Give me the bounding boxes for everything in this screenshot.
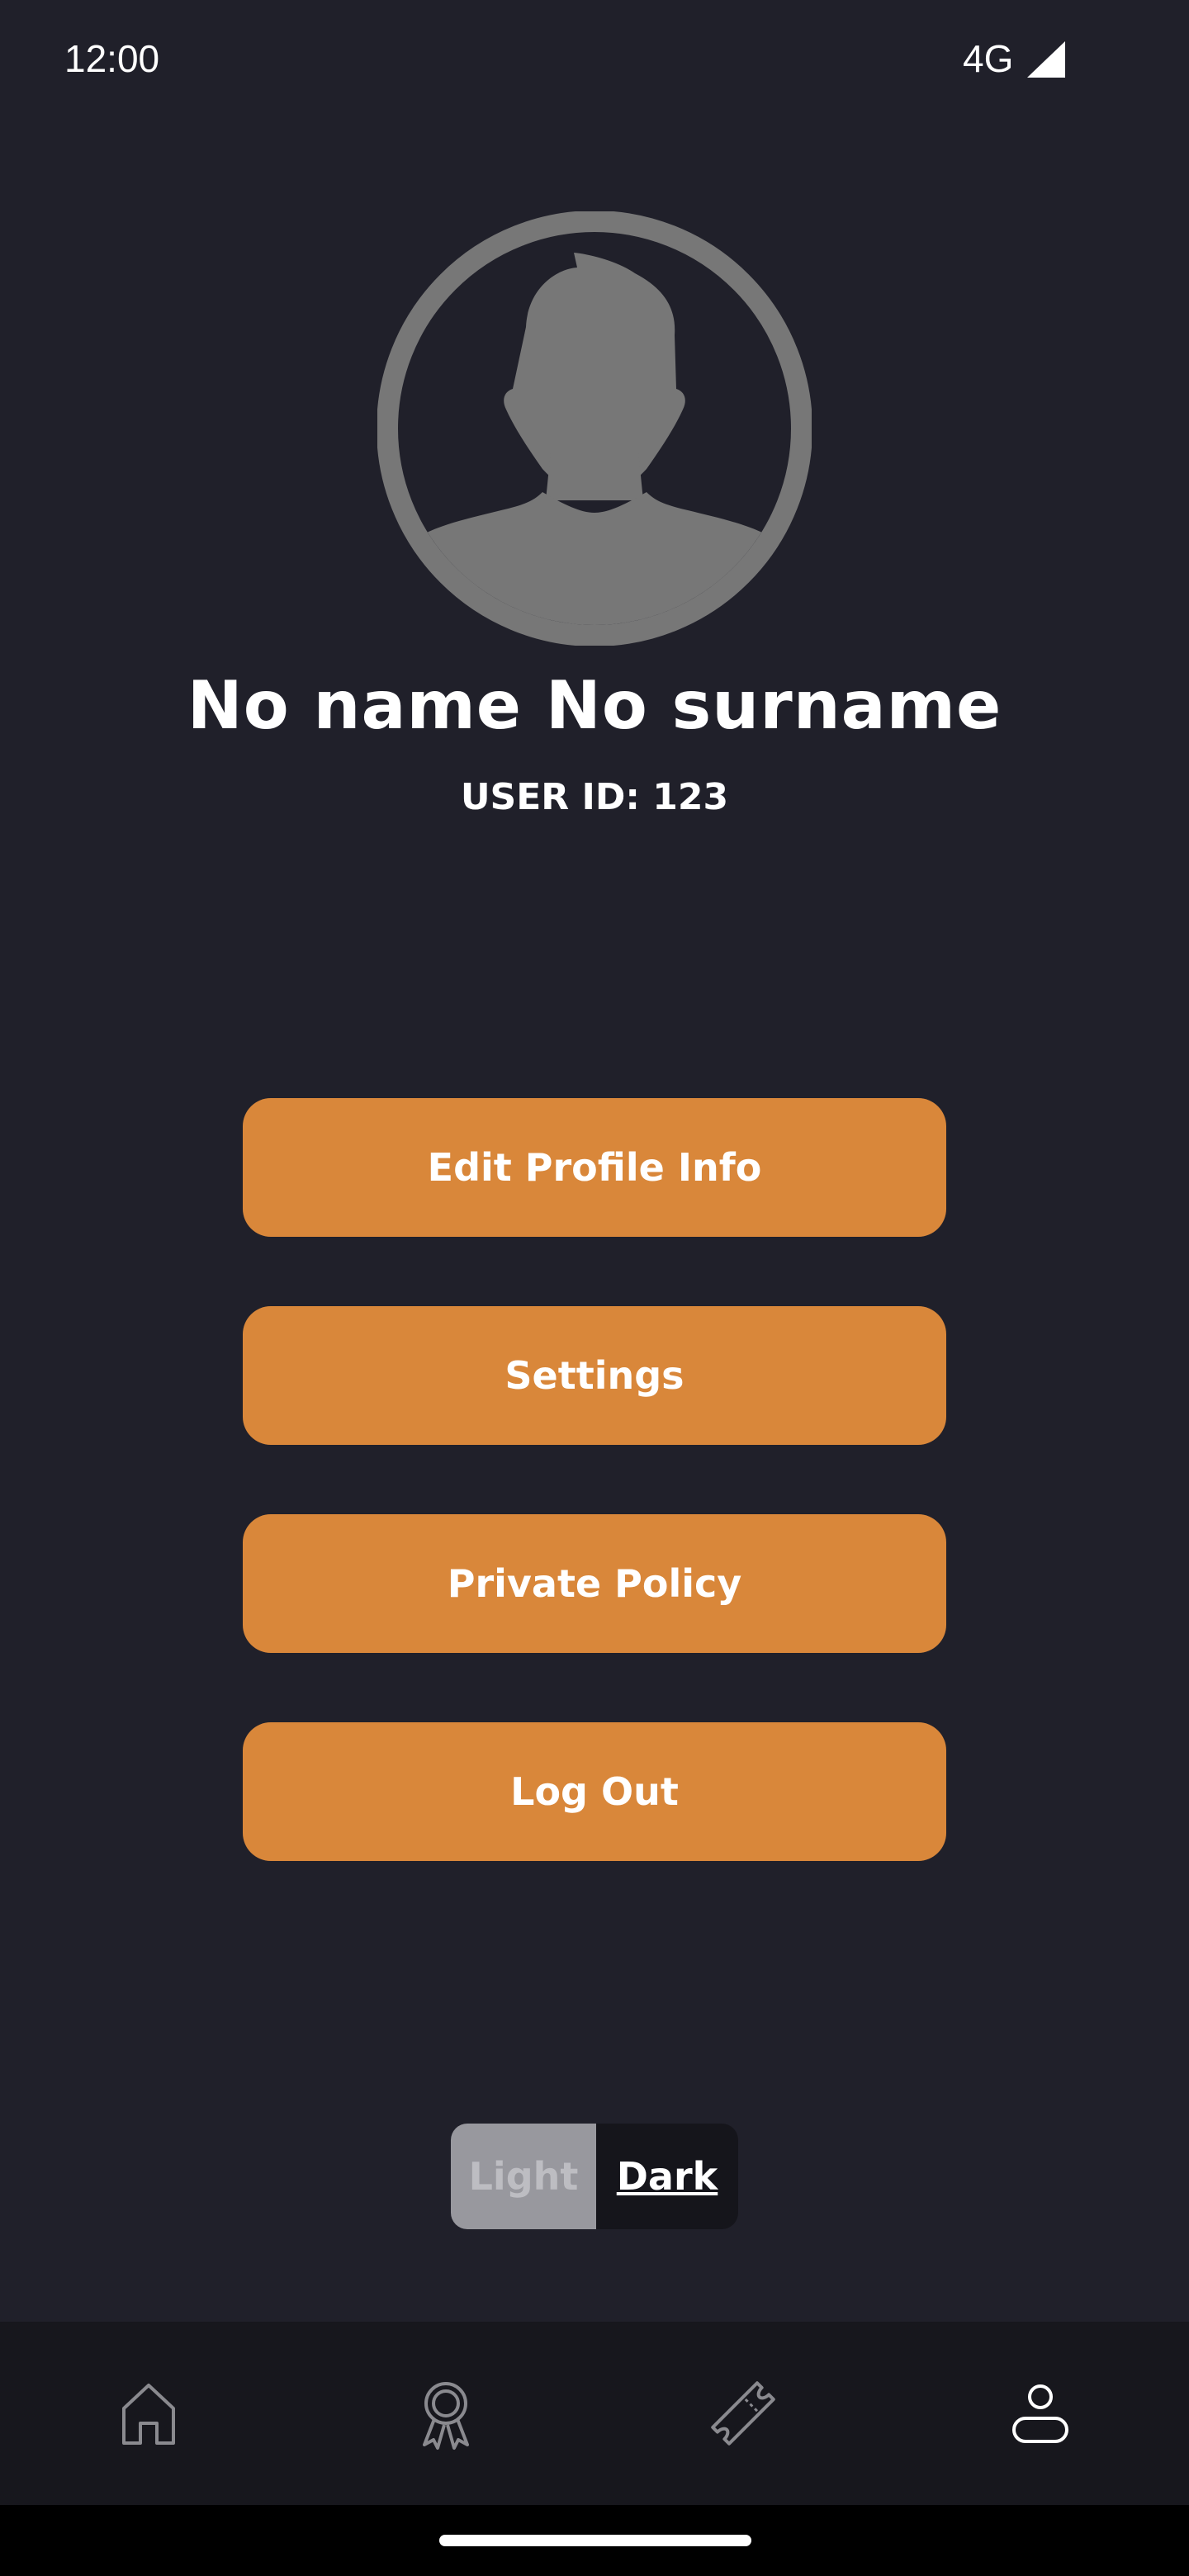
profile-icon	[1012, 2384, 1068, 2443]
nav-tickets[interactable]	[594, 2322, 892, 2505]
profile-name: No name No surname	[187, 667, 1002, 744]
theme-toggle: Light Dark	[451, 2124, 738, 2229]
signal-icon	[1027, 41, 1065, 78]
ticket-icon	[711, 2381, 775, 2446]
status-time: 12:00	[64, 37, 160, 80]
dark-theme-option[interactable]: Dark	[596, 2124, 738, 2229]
edit-profile-button[interactable]: Edit Profile Info	[243, 1098, 946, 1237]
profile-screen: 12:00 4G No name No surname USER ID: 123…	[0, 0, 1189, 2576]
home-icon	[122, 2384, 175, 2445]
status-bar: 12:00 4G	[0, 0, 1189, 124]
nav-awards[interactable]	[297, 2322, 594, 2505]
user-silhouette-icon	[398, 253, 791, 625]
nav-profile[interactable]	[892, 2322, 1189, 2505]
bottom-nav	[0, 2322, 1189, 2505]
network-type: 4G	[963, 37, 1014, 80]
avatar[interactable]	[377, 211, 812, 646]
home-indicator[interactable]	[439, 2535, 751, 2546]
nav-home[interactable]	[0, 2322, 297, 2505]
log-out-button[interactable]: Log Out	[243, 1722, 946, 1861]
user-id: USER ID: 123	[460, 776, 729, 818]
privacy-policy-button[interactable]: Private Policy	[243, 1514, 946, 1653]
award-icon	[423, 2382, 469, 2450]
light-theme-option[interactable]: Light	[451, 2124, 596, 2229]
settings-button[interactable]: Settings	[243, 1306, 946, 1445]
